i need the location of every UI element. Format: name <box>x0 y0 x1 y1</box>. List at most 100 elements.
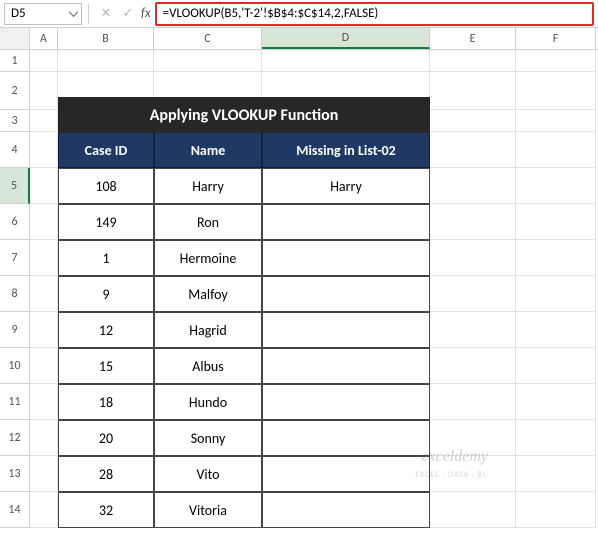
cell-case-id[interactable]: 20 <box>58 420 154 456</box>
cell[interactable] <box>30 492 58 528</box>
cell[interactable] <box>430 240 516 276</box>
cell-missing[interactable] <box>262 456 430 492</box>
cell-name[interactable]: Vitoria <box>154 492 262 528</box>
row-header[interactable]: 8 <box>0 276 30 312</box>
confirm-icon[interactable]: ✓ <box>117 3 139 25</box>
row-header[interactable]: 14 <box>0 492 30 528</box>
cell[interactable] <box>516 168 596 204</box>
header-missing[interactable]: Missing in List-02 <box>262 132 430 168</box>
cell-case-id[interactable]: 18 <box>58 384 154 420</box>
name-box[interactable]: D5 <box>4 3 82 25</box>
cell-name[interactable]: Hundo <box>154 384 262 420</box>
cell[interactable] <box>516 312 596 348</box>
row-header[interactable]: 3 <box>0 110 30 132</box>
cell[interactable] <box>430 72 516 110</box>
cell[interactable] <box>30 168 58 204</box>
cell[interactable] <box>430 312 516 348</box>
row-header[interactable]: 12 <box>0 420 30 456</box>
cell-d5-active[interactable]: Harry <box>262 168 430 204</box>
cell[interactable] <box>516 420 596 456</box>
cell-missing[interactable] <box>262 420 430 456</box>
col-header-f[interactable]: F <box>516 28 596 49</box>
cell-missing[interactable] <box>262 492 430 528</box>
cancel-icon[interactable]: ✕ <box>95 3 117 25</box>
row-header[interactable]: 6 <box>0 204 30 240</box>
cell-case-id[interactable]: 12 <box>58 312 154 348</box>
col-header-b[interactable]: B <box>58 28 154 49</box>
cell[interactable] <box>262 50 430 72</box>
cell[interactable] <box>516 204 596 240</box>
row-header[interactable]: 1 <box>0 50 30 72</box>
cell[interactable] <box>430 110 516 132</box>
row-header[interactable]: 11 <box>0 384 30 420</box>
cell-name[interactable]: Hermoine <box>154 240 262 276</box>
cell-case-id[interactable]: 149 <box>58 204 154 240</box>
cell[interactable] <box>430 492 516 528</box>
cell[interactable] <box>30 132 58 168</box>
cell-name[interactable]: Ron <box>154 204 262 240</box>
header-case-id[interactable]: Case ID <box>58 132 154 168</box>
cell-name[interactable]: Vito <box>154 456 262 492</box>
cell[interactable] <box>30 384 58 420</box>
cell[interactable] <box>430 384 516 420</box>
cell-case-id[interactable]: 9 <box>58 276 154 312</box>
cell[interactable] <box>30 312 58 348</box>
cell[interactable] <box>430 456 516 492</box>
cell[interactable] <box>516 492 596 528</box>
cell-name[interactable]: Harry <box>154 168 262 204</box>
cell-case-id[interactable]: 15 <box>58 348 154 384</box>
cell-case-id[interactable]: 32 <box>58 492 154 528</box>
cell-name[interactable]: Malfoy <box>154 276 262 312</box>
cell[interactable] <box>154 50 262 72</box>
cell[interactable] <box>430 348 516 384</box>
cell[interactable] <box>516 384 596 420</box>
cell-name[interactable]: Hagrid <box>154 312 262 348</box>
cell-missing[interactable] <box>262 240 430 276</box>
cell-missing[interactable] <box>262 384 430 420</box>
cell[interactable] <box>430 168 516 204</box>
cell[interactable] <box>430 420 516 456</box>
cell[interactable] <box>516 72 596 110</box>
cell[interactable] <box>30 72 58 110</box>
row-header[interactable]: 10 <box>0 348 30 384</box>
cell[interactable] <box>430 204 516 240</box>
cell[interactable] <box>516 456 596 492</box>
cell-missing[interactable] <box>262 276 430 312</box>
cell-case-id[interactable]: 28 <box>58 456 154 492</box>
cell-case-id[interactable]: 108 <box>58 168 154 204</box>
cell[interactable] <box>516 50 596 72</box>
fx-icon[interactable]: fx <box>141 6 151 21</box>
formula-input[interactable]: =VLOOKUP(B5,'T-2'!$B$4:$C$14,2,FALSE) <box>155 2 594 26</box>
cell[interactable] <box>516 132 596 168</box>
cell[interactable] <box>30 50 58 72</box>
col-header-a[interactable]: A <box>30 28 58 49</box>
cell[interactable] <box>516 348 596 384</box>
select-all-corner[interactable] <box>0 28 30 49</box>
row-header[interactable]: 4 <box>0 132 30 168</box>
cell[interactable] <box>30 240 58 276</box>
row-header[interactable]: 9 <box>0 312 30 348</box>
col-header-e[interactable]: E <box>430 28 516 49</box>
cell-case-id[interactable]: 1 <box>58 240 154 276</box>
cell-name[interactable]: Albus <box>154 348 262 384</box>
cell[interactable] <box>516 240 596 276</box>
row-header[interactable]: 5 <box>0 168 30 204</box>
cell[interactable] <box>30 110 58 132</box>
header-name[interactable]: Name <box>154 132 262 168</box>
row-header[interactable]: 7 <box>0 240 30 276</box>
cell[interactable] <box>516 110 596 132</box>
col-header-c[interactable]: C <box>154 28 262 49</box>
cell[interactable] <box>30 348 58 384</box>
cell[interactable] <box>430 132 516 168</box>
cell-missing[interactable] <box>262 348 430 384</box>
cell[interactable] <box>30 276 58 312</box>
chevron-down-icon[interactable] <box>69 6 78 21</box>
cell[interactable] <box>430 276 516 312</box>
col-header-d[interactable]: D <box>262 28 430 49</box>
cell[interactable] <box>30 204 58 240</box>
cell-missing[interactable] <box>262 204 430 240</box>
row-header[interactable]: 2 <box>0 72 30 110</box>
cell[interactable] <box>30 456 58 492</box>
cell[interactable] <box>58 50 154 72</box>
cell-name[interactable]: Sonny <box>154 420 262 456</box>
